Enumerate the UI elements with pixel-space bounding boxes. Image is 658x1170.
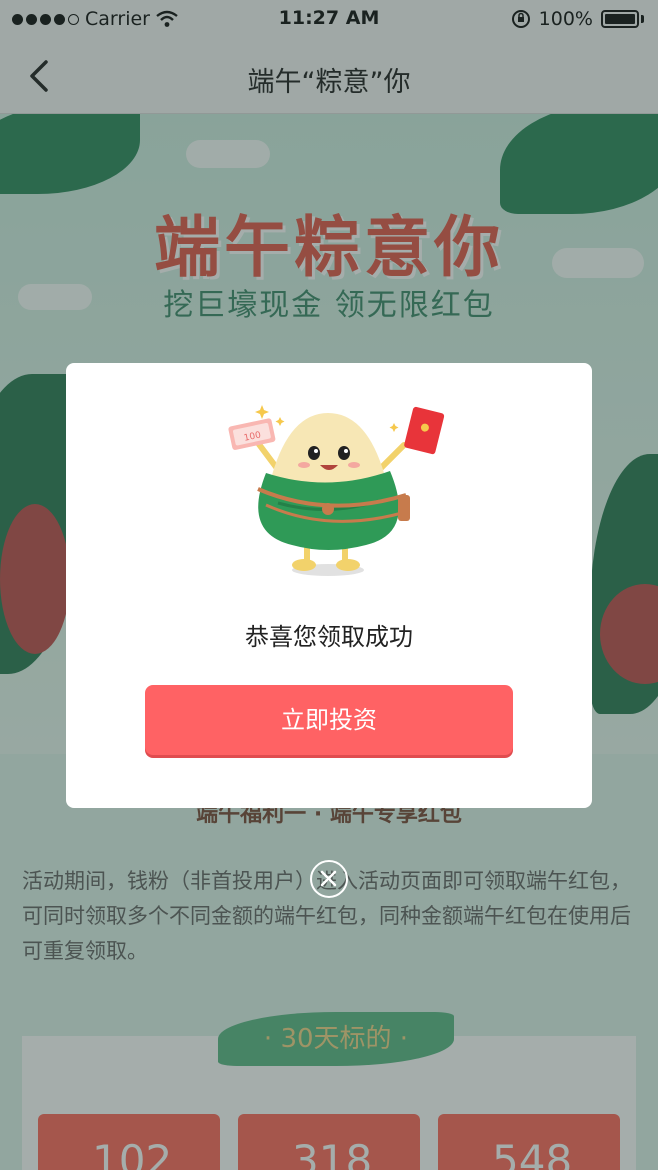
success-message: 恭喜您领取成功 — [245, 623, 413, 651]
zongzi-mascot-illustration: 100 — [228, 405, 445, 576]
invest-now-button[interactable]: 立即投资 — [145, 685, 513, 755]
success-modal: 100 恭喜您领取成功 立即投资 — [66, 363, 592, 808]
close-modal-button[interactable] — [310, 860, 348, 898]
close-icon — [320, 870, 337, 887]
